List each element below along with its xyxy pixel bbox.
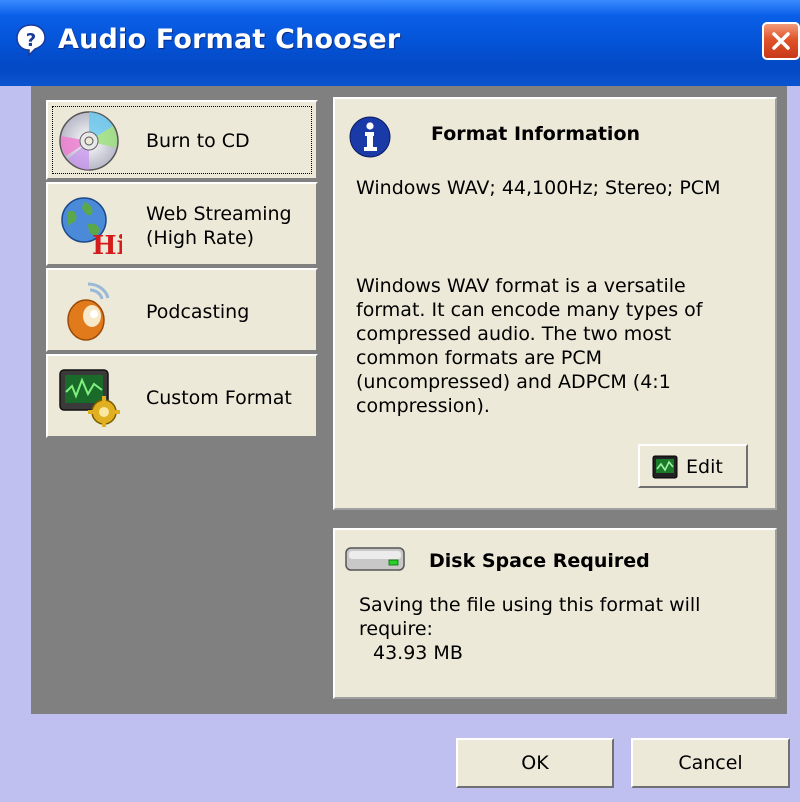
disk-space-text-line2: require: (359, 618, 433, 640)
web-streaming-label-line2: (High Rate) (146, 227, 255, 249)
disk-space-text-line1: Saving the file using this format will (359, 594, 701, 616)
description-line: format. It can encode many types of (356, 299, 703, 321)
cd-disc-icon (58, 110, 120, 177)
description-line: compressed audio. The two most (356, 323, 672, 345)
description-line: compression). (356, 395, 490, 417)
description-line: common formats are PCM (356, 347, 603, 369)
burn-to-cd-button[interactable]: Burn to CD (46, 100, 318, 180)
podcast-icon (58, 278, 120, 349)
custom-format-button[interactable]: Custom Format (46, 354, 318, 438)
ok-button[interactable]: OK (456, 738, 614, 788)
close-icon (772, 32, 790, 50)
format-information-panel: Format Information Windows WAV; 44,100Hz… (333, 97, 777, 510)
title-bar[interactable]: ? Audio Format Chooser (0, 0, 800, 86)
edit-label: Edit (686, 456, 723, 478)
description-line: Windows WAV format is a versatile (356, 275, 686, 297)
cancel-button[interactable]: Cancel (631, 738, 790, 788)
window-title: Audio Format Chooser (58, 24, 401, 55)
disk-space-panel: Disk Space Required Saving the file usin… (333, 528, 777, 699)
close-button[interactable] (762, 22, 800, 60)
disk-space-size: 43.93 MB (373, 642, 463, 664)
info-icon (349, 116, 391, 163)
edit-button[interactable]: Edit (638, 444, 748, 488)
help-question-icon: ? (14, 23, 48, 57)
burn-to-cd-label: Burn to CD (146, 130, 250, 152)
svg-text:?: ? (26, 30, 36, 51)
disk-space-title: Disk Space Required (429, 550, 650, 572)
format-information-title: Format Information (431, 123, 641, 145)
dialog-window: ? Audio Format Chooser Burn to CD Hi Web… (0, 0, 800, 802)
hard-drive-icon (345, 546, 407, 577)
format-summary: Windows WAV; 44,100Hz; Stereo; PCM (356, 177, 721, 199)
web-streaming-label-line1: Web Streaming (146, 203, 292, 225)
web-streaming-button[interactable]: Hi Web Streaming (High Rate) (46, 182, 318, 266)
custom-format-label: Custom Format (146, 387, 292, 409)
custom-format-icon (58, 366, 122, 433)
description-line: (uncompressed) and ADPCM (4:1 (356, 371, 671, 393)
svg-text:Hi: Hi (92, 231, 122, 258)
podcasting-label: Podcasting (146, 301, 250, 323)
podcasting-button[interactable]: Podcasting (46, 268, 318, 352)
globe-hi-icon: Hi (58, 194, 127, 263)
waveform-monitor-icon (652, 455, 678, 484)
